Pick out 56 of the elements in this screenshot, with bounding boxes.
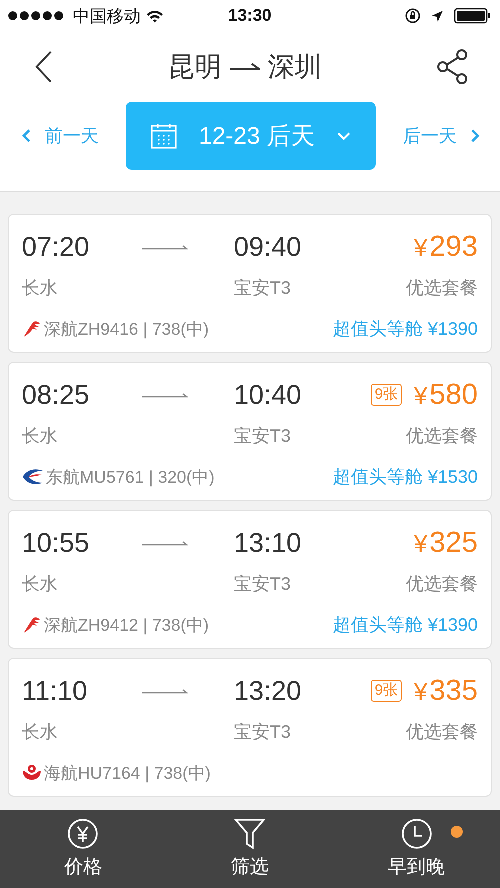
flight-card[interactable]: 07:20 09:40 ¥293 长水 宝安T3 优选套餐 深航ZH9416 | 738(中) 超值头等舱 ¥1390 [8,214,492,353]
location-arrow-icon [431,10,444,22]
flight-card[interactable]: 11:10 13:20 9张 ¥335 长水 宝安T3 优选套餐 海航HU7164 | 738(中) [8,658,492,797]
arrival-airport: 宝安T3 [234,277,292,300]
departure-airport: 长水 [22,721,59,744]
arrival-time: 10:40 [234,380,303,410]
ticket-price: ¥325 [414,526,478,560]
flight-card[interactable]: 10:55 13:10 ¥325 长水 宝安T3 优选套餐 深航ZH9412 | 738(中) 超值头等舱 ¥1390 [8,510,492,649]
wifi-icon [146,10,164,22]
yen-icon [67,818,100,850]
arrival-time: 13:10 [234,528,303,558]
tickets-left-badge: 9张 [370,680,402,702]
carrier-name: 中国移动 [73,6,141,28]
cabin-package: 优选套餐 [406,425,478,448]
flight-info: 深航ZH9416 | 738(中) [44,318,210,340]
departure-time: 08:25 [22,380,91,410]
departure-airport: 长水 [22,425,59,448]
arrival-airport: 宝安T3 [234,573,292,596]
chevron-down-icon [337,132,352,140]
clock-time: 13:30 [228,6,272,25]
clock-icon [400,818,433,850]
filter-icon [234,818,266,850]
departure-airport: 长水 [22,573,59,596]
flight-info: 海航HU7164 | 738(中) [44,762,211,784]
time-sort-button[interactable]: 早到晚 [388,814,446,884]
origin-city: 昆明 [168,51,222,84]
flight-info: 深航ZH9412 | 738(中) [44,614,210,636]
ticket-price: ¥580 [414,378,478,412]
arrival-time: 13:20 [234,676,303,706]
chevron-right-icon [471,129,480,143]
price-sort-button[interactable]: 价格 [64,814,102,884]
chevron-left-icon [22,129,31,143]
airline-logo-icon [22,319,42,339]
departure-airport: 长水 [22,277,59,300]
ticket-price: ¥335 [414,674,478,708]
battery-icon [454,8,492,24]
flight-card[interactable]: 08:25 10:40 9张 ¥580 长水 宝安T3 优选套餐 东航MU5761 | 320(中) 超值头等舱 ¥1530 [8,362,492,501]
departure-time: 07:20 [22,232,91,262]
filter-button[interactable]: 筛选 [230,814,269,884]
airline-logo-icon [22,615,42,635]
flight-info: 东航MU5761 | 320(中) [46,466,215,488]
airline-logo-icon [22,763,42,783]
arrival-airport: 宝安T3 [234,721,292,744]
cabin-package: 优选套餐 [406,277,478,300]
cabin-package: 优选套餐 [406,573,478,596]
destination-city: 深圳 [268,51,322,84]
arrival-airport: 宝安T3 [234,425,292,448]
calendar-icon [150,123,177,149]
arrival-time: 09:40 [234,232,303,262]
departure-time: 11:10 [22,676,89,706]
orientation-lock-icon [405,8,421,24]
airline-logo-icon [22,467,44,487]
ticket-price: ¥293 [414,230,478,264]
departure-time: 10:55 [22,528,91,558]
cabin-package: 优选套餐 [406,721,478,744]
tickets-left-badge: 9张 [370,384,402,406]
